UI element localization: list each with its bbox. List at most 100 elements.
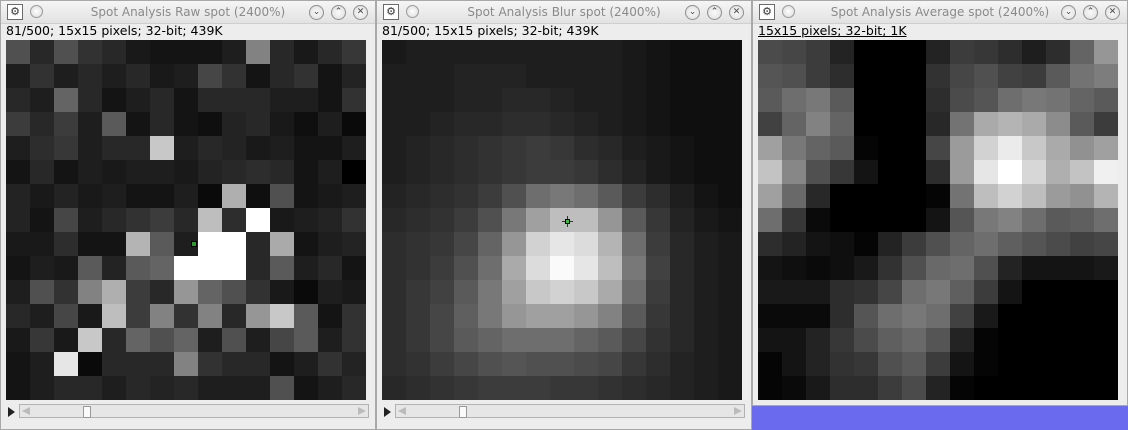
title-bar[interactable]: ⚙ Spot Analysis Raw spot (2400%) ⌄ ⌃ ✕ xyxy=(1,1,375,24)
pixel xyxy=(574,184,598,208)
pixel xyxy=(854,256,878,280)
image-canvas[interactable] xyxy=(6,40,366,400)
pixel xyxy=(902,256,926,280)
pixel xyxy=(806,232,830,256)
maximize-icon[interactable]: ⌃ xyxy=(331,5,346,20)
pixel xyxy=(782,208,806,232)
pixel xyxy=(30,328,54,352)
image-canvas[interactable] xyxy=(758,40,1118,400)
pixel xyxy=(30,64,54,88)
title-bar[interactable]: ⚙ Spot Analysis Blur spot (2400%) ⌄ ⌃ ✕ xyxy=(377,1,751,24)
pixel xyxy=(1046,88,1070,112)
pixel xyxy=(406,256,430,280)
pixel xyxy=(806,112,830,136)
pixel xyxy=(150,40,174,64)
pixel xyxy=(950,112,974,136)
pixel xyxy=(1070,280,1094,304)
pixel xyxy=(758,40,782,64)
pixel xyxy=(526,376,550,400)
pixel xyxy=(694,280,718,304)
pixel xyxy=(6,304,30,328)
pixel xyxy=(6,256,30,280)
pixel xyxy=(622,328,646,352)
pixel xyxy=(1094,232,1118,256)
pixel xyxy=(454,136,478,160)
scroll-track[interactable] xyxy=(19,404,369,418)
pixel xyxy=(6,352,30,376)
pixel xyxy=(150,328,174,352)
pixel xyxy=(318,280,342,304)
pixel xyxy=(1046,64,1070,88)
scroll-left-icon[interactable] xyxy=(22,407,30,415)
pixel xyxy=(806,160,830,184)
pixel xyxy=(598,64,622,88)
pixel xyxy=(830,184,854,208)
close-icon[interactable]: ✕ xyxy=(1105,5,1120,20)
pixel xyxy=(6,160,30,184)
pixel xyxy=(926,136,950,160)
pixel xyxy=(718,328,742,352)
scroll-right-icon[interactable] xyxy=(358,407,366,415)
pixel xyxy=(318,208,342,232)
pixel xyxy=(78,280,102,304)
pixel xyxy=(926,256,950,280)
pixel xyxy=(1022,112,1046,136)
pixel xyxy=(598,328,622,352)
pixel xyxy=(126,256,150,280)
pixel xyxy=(318,304,342,328)
minimize-icon[interactable]: ⌄ xyxy=(685,5,700,20)
pixel xyxy=(998,136,1022,160)
maximize-icon[interactable]: ⌃ xyxy=(707,5,722,20)
image-info: 81/500; 15x15 pixels; 32-bit; 439K xyxy=(6,23,223,38)
pixel xyxy=(174,376,198,400)
pixel xyxy=(622,280,646,304)
pixel xyxy=(270,184,294,208)
title-bar[interactable]: ⚙ Spot Analysis Average spot (2400%) ⌄ ⌃… xyxy=(753,1,1127,24)
pixel xyxy=(926,64,950,88)
maximize-icon[interactable]: ⌃ xyxy=(1083,5,1098,20)
pixel xyxy=(382,64,406,88)
roi-marker[interactable] xyxy=(191,241,197,247)
scroll-thumb[interactable] xyxy=(459,406,467,418)
minimize-icon[interactable]: ⌄ xyxy=(309,5,324,20)
pixel xyxy=(342,376,366,400)
minimize-icon[interactable]: ⌄ xyxy=(1061,5,1076,20)
close-icon[interactable]: ✕ xyxy=(353,5,368,20)
pixel xyxy=(102,184,126,208)
image-info: 81/500; 15x15 pixels; 32-bit; 439K xyxy=(382,23,599,38)
pixel xyxy=(1070,64,1094,88)
pixel xyxy=(830,40,854,64)
pixel xyxy=(694,184,718,208)
play-icon[interactable] xyxy=(384,407,391,417)
scroll-left-icon[interactable] xyxy=(398,407,406,415)
pixel xyxy=(878,160,902,184)
pixel xyxy=(550,112,574,136)
pixel xyxy=(430,112,454,136)
pixel xyxy=(574,352,598,376)
frame-scrollbar[interactable] xyxy=(1,402,375,422)
scroll-thumb[interactable] xyxy=(83,406,91,418)
scroll-right-icon[interactable] xyxy=(734,407,742,415)
pixel xyxy=(974,328,998,352)
pixel xyxy=(550,376,574,400)
pixel xyxy=(318,136,342,160)
pixel xyxy=(246,352,270,376)
pixel xyxy=(126,184,150,208)
pixel xyxy=(222,160,246,184)
pixel xyxy=(878,376,902,400)
pixel xyxy=(246,376,270,400)
pixel xyxy=(342,352,366,376)
play-icon[interactable] xyxy=(8,407,15,417)
pixel xyxy=(30,256,54,280)
pixel xyxy=(78,256,102,280)
frame-scrollbar[interactable] xyxy=(377,402,751,422)
pixel xyxy=(382,40,406,64)
scroll-track[interactable] xyxy=(395,404,745,418)
pixel xyxy=(646,256,670,280)
image-info: 15x15 pixels; 32-bit; 1K xyxy=(758,23,907,38)
pixel xyxy=(54,352,78,376)
close-icon[interactable]: ✕ xyxy=(729,5,744,20)
pixel xyxy=(318,88,342,112)
pixel xyxy=(646,280,670,304)
pixel xyxy=(270,64,294,88)
